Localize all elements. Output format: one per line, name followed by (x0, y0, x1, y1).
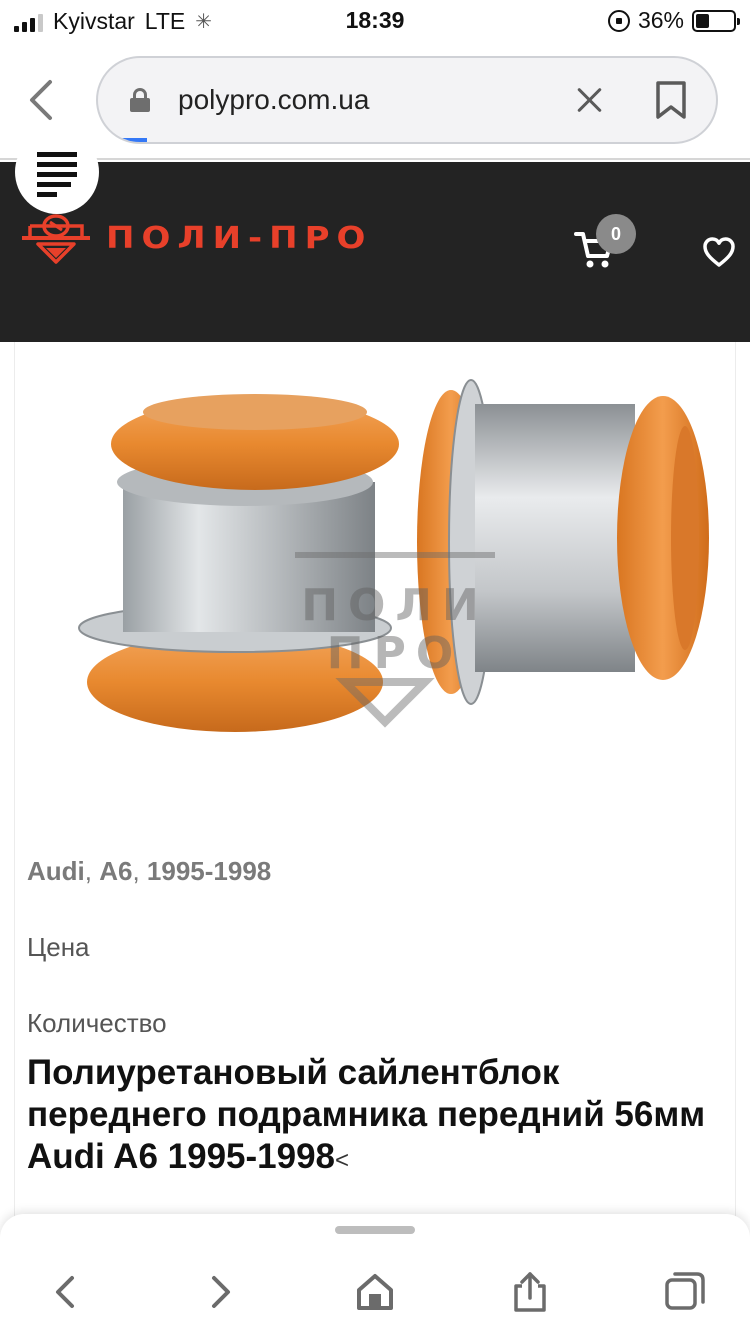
share-icon[interactable] (508, 1270, 552, 1314)
lock-icon (130, 88, 150, 112)
product-title-text: Полиуретановый сайлентблок переднего под… (27, 1053, 706, 1176)
address-bar[interactable]: polypro.com.ua (96, 56, 718, 144)
product-image[interactable]: ПОЛИ ПРО (45, 352, 725, 752)
browser-toolbar: polypro.com.ua (0, 40, 750, 160)
browser-bottom-toolbar (0, 1214, 750, 1334)
close-icon[interactable] (572, 82, 608, 118)
forward-icon[interactable] (198, 1270, 242, 1314)
vehicle-compatibility: Audi, A6, 1995-1998 (27, 856, 272, 886)
site-header: ПОЛИ-ПРО 0 (0, 162, 750, 342)
product-title-suffix: < (335, 1147, 350, 1174)
price-label: Цена (27, 932, 90, 962)
tabs-icon[interactable] (663, 1270, 707, 1314)
compat-model[interactable]: A6 (99, 856, 132, 886)
heart-icon[interactable] (702, 236, 736, 268)
load-progress-bar (98, 138, 148, 142)
logo-text: ПОЛИ-ПРО (106, 220, 373, 256)
home-icon[interactable] (353, 1270, 397, 1314)
status-bar: Kyivstar LTE ✳ 18:39 36% (0, 0, 750, 40)
product-card: ПОЛИ ПРО Audi, A6, 1995-1998 Цена Количе… (14, 342, 736, 1242)
svg-text:ПОЛИ: ПОЛИ (301, 580, 489, 631)
quantity-label: Количество (27, 1008, 167, 1038)
site-logo[interactable]: ПОЛИ-ПРО (16, 212, 372, 264)
product-title: Полиуретановый сайлентблок переднего под… (27, 1052, 727, 1182)
browser-back-button[interactable] (26, 78, 66, 122)
bookmark-icon[interactable] (654, 80, 688, 120)
logo-mark-icon (22, 214, 90, 264)
battery-fill (696, 13, 709, 28)
chevron-left-icon (30, 80, 52, 120)
toolbar-grabber[interactable] (335, 1226, 415, 1234)
svg-text:ПРО: ПРО (327, 628, 463, 679)
menu-button[interactable] (15, 130, 99, 214)
battery-percent: 36% (637, 7, 684, 33)
status-right: 36% (607, 7, 740, 34)
cart-count-badge[interactable]: 0 (596, 214, 636, 254)
orientation-lock-icon (607, 9, 630, 32)
compat-brand[interactable]: Audi (27, 856, 85, 886)
url-text[interactable]: polypro.com.ua (178, 84, 369, 116)
back-icon[interactable] (44, 1270, 88, 1314)
battery-icon (692, 9, 740, 32)
compat-years[interactable]: 1995-1998 (147, 856, 271, 886)
